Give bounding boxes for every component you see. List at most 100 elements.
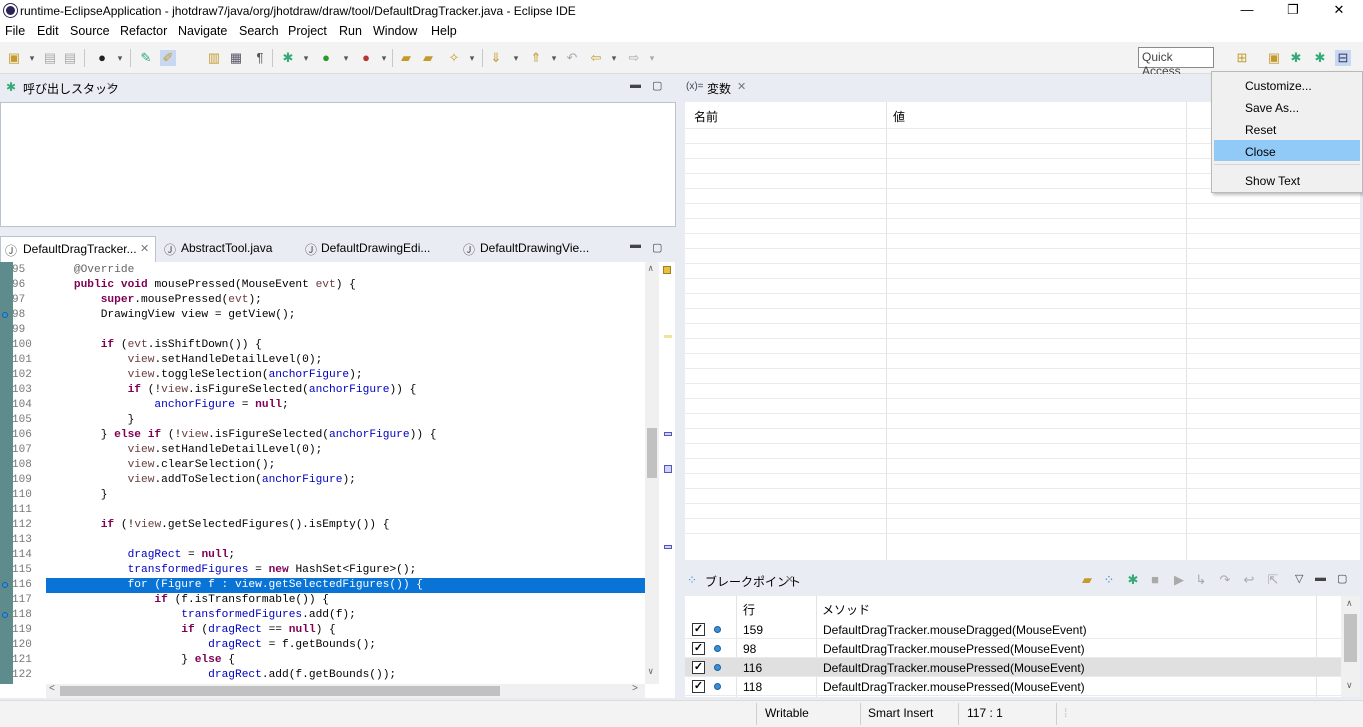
menu-project[interactable]: Project [288,24,327,38]
breakpoint-marker-icon[interactable] [2,582,8,588]
code-line[interactable]: DrawingView view = getView(); [47,309,296,321]
open-perspective-icon[interactable]: ⊞ [1234,50,1250,66]
column-header-method[interactable]: メソッド [822,601,870,618]
open-project-icon[interactable]: ▰ [398,50,414,66]
column-header-value[interactable]: 値 [893,108,905,125]
code-line[interactable]: if (f.isTransformable()) { [47,594,329,606]
drop-frame-icon[interactable]: ⇱ [1265,572,1281,588]
breakpoint-marker-icon[interactable] [2,612,8,618]
code-line[interactable]: transformedFigures.add(f); [47,609,356,621]
editor-horizontal-scrollbar[interactable]: < > [46,684,645,698]
editor-scroll-thumb[interactable] [647,428,657,478]
breakpoints-minimize-icon[interactable]: ▬ [1315,572,1326,584]
back-dropdown-icon[interactable]: ▾ [606,50,622,66]
editor-hscroll-thumb[interactable] [60,686,500,696]
editor-tab-drawingeditor[interactable]: DefaultDrawingEdi... [321,241,430,255]
menu-refactor[interactable]: Refactor [120,24,167,38]
last-edit-icon[interactable]: ↶ [564,50,580,66]
breakpoints-scrollbar[interactable]: ∧ ∨ [1341,596,1360,697]
breakpoint-marker-icon[interactable] [2,312,8,318]
callstack-close-icon[interactable]: ✕ [106,80,115,93]
editor-tab-drawingview[interactable]: DefaultDrawingVie... [480,241,589,255]
table-row[interactable]: ✓ 159 DefaultDragTracker.mouseDragged(Mous… [685,620,1341,639]
profile-dropdown-icon[interactable]: ▾ [112,50,128,66]
breakpoint-enabled-checkbox[interactable]: ✓ [692,661,705,674]
prev-annotation-dropdown-icon[interactable]: ▾ [546,50,562,66]
search-dropdown-icon[interactable]: ▾ [464,50,480,66]
open-file-icon[interactable]: ▰ [1079,572,1095,588]
step-into-icon[interactable]: ↳ [1193,572,1209,588]
code-line[interactable]: view.clearSelection(); [47,459,276,471]
menu-item-customize[interactable]: Customize... [1214,74,1360,95]
callstack-title[interactable]: 呼び出しスタック [23,80,119,97]
next-annotation-icon[interactable]: ⇓ [488,50,504,66]
open-type-icon[interactable]: ▥ [206,50,222,66]
save-all-icon[interactable]: ▤ [62,50,78,66]
editor-minimize-icon[interactable]: ▬ [630,239,641,251]
terminate-icon[interactable]: ■ [1147,572,1163,588]
editor-maximize-icon[interactable]: ▢ [652,241,662,254]
code-line[interactable]: dragRect.add(f.getBounds()); [47,669,396,681]
code-line[interactable]: view.toggleSelection(anchorFigure); [47,369,363,381]
table-row[interactable]: ✓ 118 DefaultDragTracker.mousePressed(Mous… [685,677,1341,696]
git-perspective-icon[interactable]: ✱ [1288,50,1304,66]
breakpoints-close-icon[interactable]: ✕ [785,573,794,586]
skip-breakpoints-icon[interactable]: ✱ [1125,572,1141,588]
code-line[interactable]: } else if (!view.isFigureSelected(anchor… [47,429,437,441]
breakpoints-maximize-icon[interactable]: ▢ [1337,572,1347,585]
step-return-icon[interactable]: ↩ [1241,572,1257,588]
code-line[interactable]: dragRect = f.getBounds(); [47,639,376,651]
menu-file[interactable]: File [5,24,25,38]
code-line[interactable]: } [47,489,108,501]
variables-close-icon[interactable]: ✕ [737,80,746,93]
java-perspective-icon[interactable]: ▣ [1266,50,1282,66]
code-line[interactable]: dragRect = null; [47,549,235,561]
prev-annotation-icon[interactable]: ⇑ [528,50,544,66]
profile-icon[interactable]: ● [94,50,110,66]
editor-vertical-scrollbar[interactable]: ∧ ∨ [645,262,659,684]
code-line[interactable]: if (evt.isShiftDown()) { [47,339,262,351]
breakpoint-enabled-checkbox[interactable]: ✓ [692,623,705,636]
code-line[interactable]: } [47,414,135,426]
debug-perspective-icon[interactable]: ✱ [1312,50,1328,66]
minimize-button[interactable]: — [1224,0,1270,22]
editor-tab-abstracttool[interactable]: AbstractTool.java [181,241,272,255]
search-icon[interactable]: ✧ [446,50,462,66]
quick-access-input[interactable]: Quick Access [1138,47,1214,78]
menu-item-show-text[interactable]: Show Text [1214,169,1360,190]
add-breakpoint-icon[interactable]: ⁘ [1101,572,1117,588]
code-editor[interactable]: 95 @Override 96 public void mousePressed(… [0,262,675,698]
show-whitespace-icon[interactable]: ¶ [252,50,268,66]
code-line[interactable]: @Override [47,264,134,276]
view-menu-icon[interactable]: ▽ [1295,572,1303,585]
code-line[interactable]: public void mousePressed(MouseEvent evt)… [47,279,356,291]
external-tools-icon[interactable]: ● [358,50,374,66]
next-annotation-dropdown-icon[interactable]: ▾ [508,50,524,66]
column-header-name[interactable]: 名前 [694,108,718,125]
external-dropdown-icon[interactable]: ▾ [376,50,392,66]
run-icon[interactable]: ● [318,50,334,66]
menu-navigate[interactable]: Navigate [178,24,227,38]
debug-dropdown-icon[interactable]: ▾ [298,50,314,66]
resume-icon[interactable]: ▶ [1171,572,1187,588]
run-dropdown-icon[interactable]: ▾ [338,50,354,66]
code-line[interactable]: for (Figure f : view.getSelectedFigures(… [47,579,423,591]
editor-tab-close-icon[interactable]: ✕ [140,242,149,255]
code-line[interactable]: if (!view.isFigureSelected(anchorFigure)… [47,384,417,396]
restore-button[interactable]: ❐ [1270,0,1316,22]
code-line[interactable]: transformedFigures = new HashSet<Figure>… [47,564,417,576]
back-icon[interactable]: ⇦ [588,50,604,66]
code-line[interactable]: anchorFigure = null; [47,399,288,411]
new-dropdown-icon[interactable]: ▾ [24,50,40,66]
table-row[interactable]: ✓ 116 DefaultDragTracker.mousePressed(Mous… [685,658,1341,677]
save-icon[interactable]: ▤ [42,50,58,66]
callstack-minimize-icon[interactable]: ▬ [630,79,641,91]
code-line[interactable]: if (!view.getSelectedFigures().isEmpty()… [47,519,390,531]
code-line[interactable]: view.setHandleDetailLevel(0); [47,444,323,456]
menu-source[interactable]: Source [70,24,110,38]
code-line[interactable]: } else { [47,654,235,666]
column-header-line[interactable]: 行 [743,601,755,618]
overview-ruler[interactable] [659,262,675,684]
menu-run[interactable]: Run [339,24,362,38]
open-folder-icon[interactable]: ▰ [420,50,436,66]
